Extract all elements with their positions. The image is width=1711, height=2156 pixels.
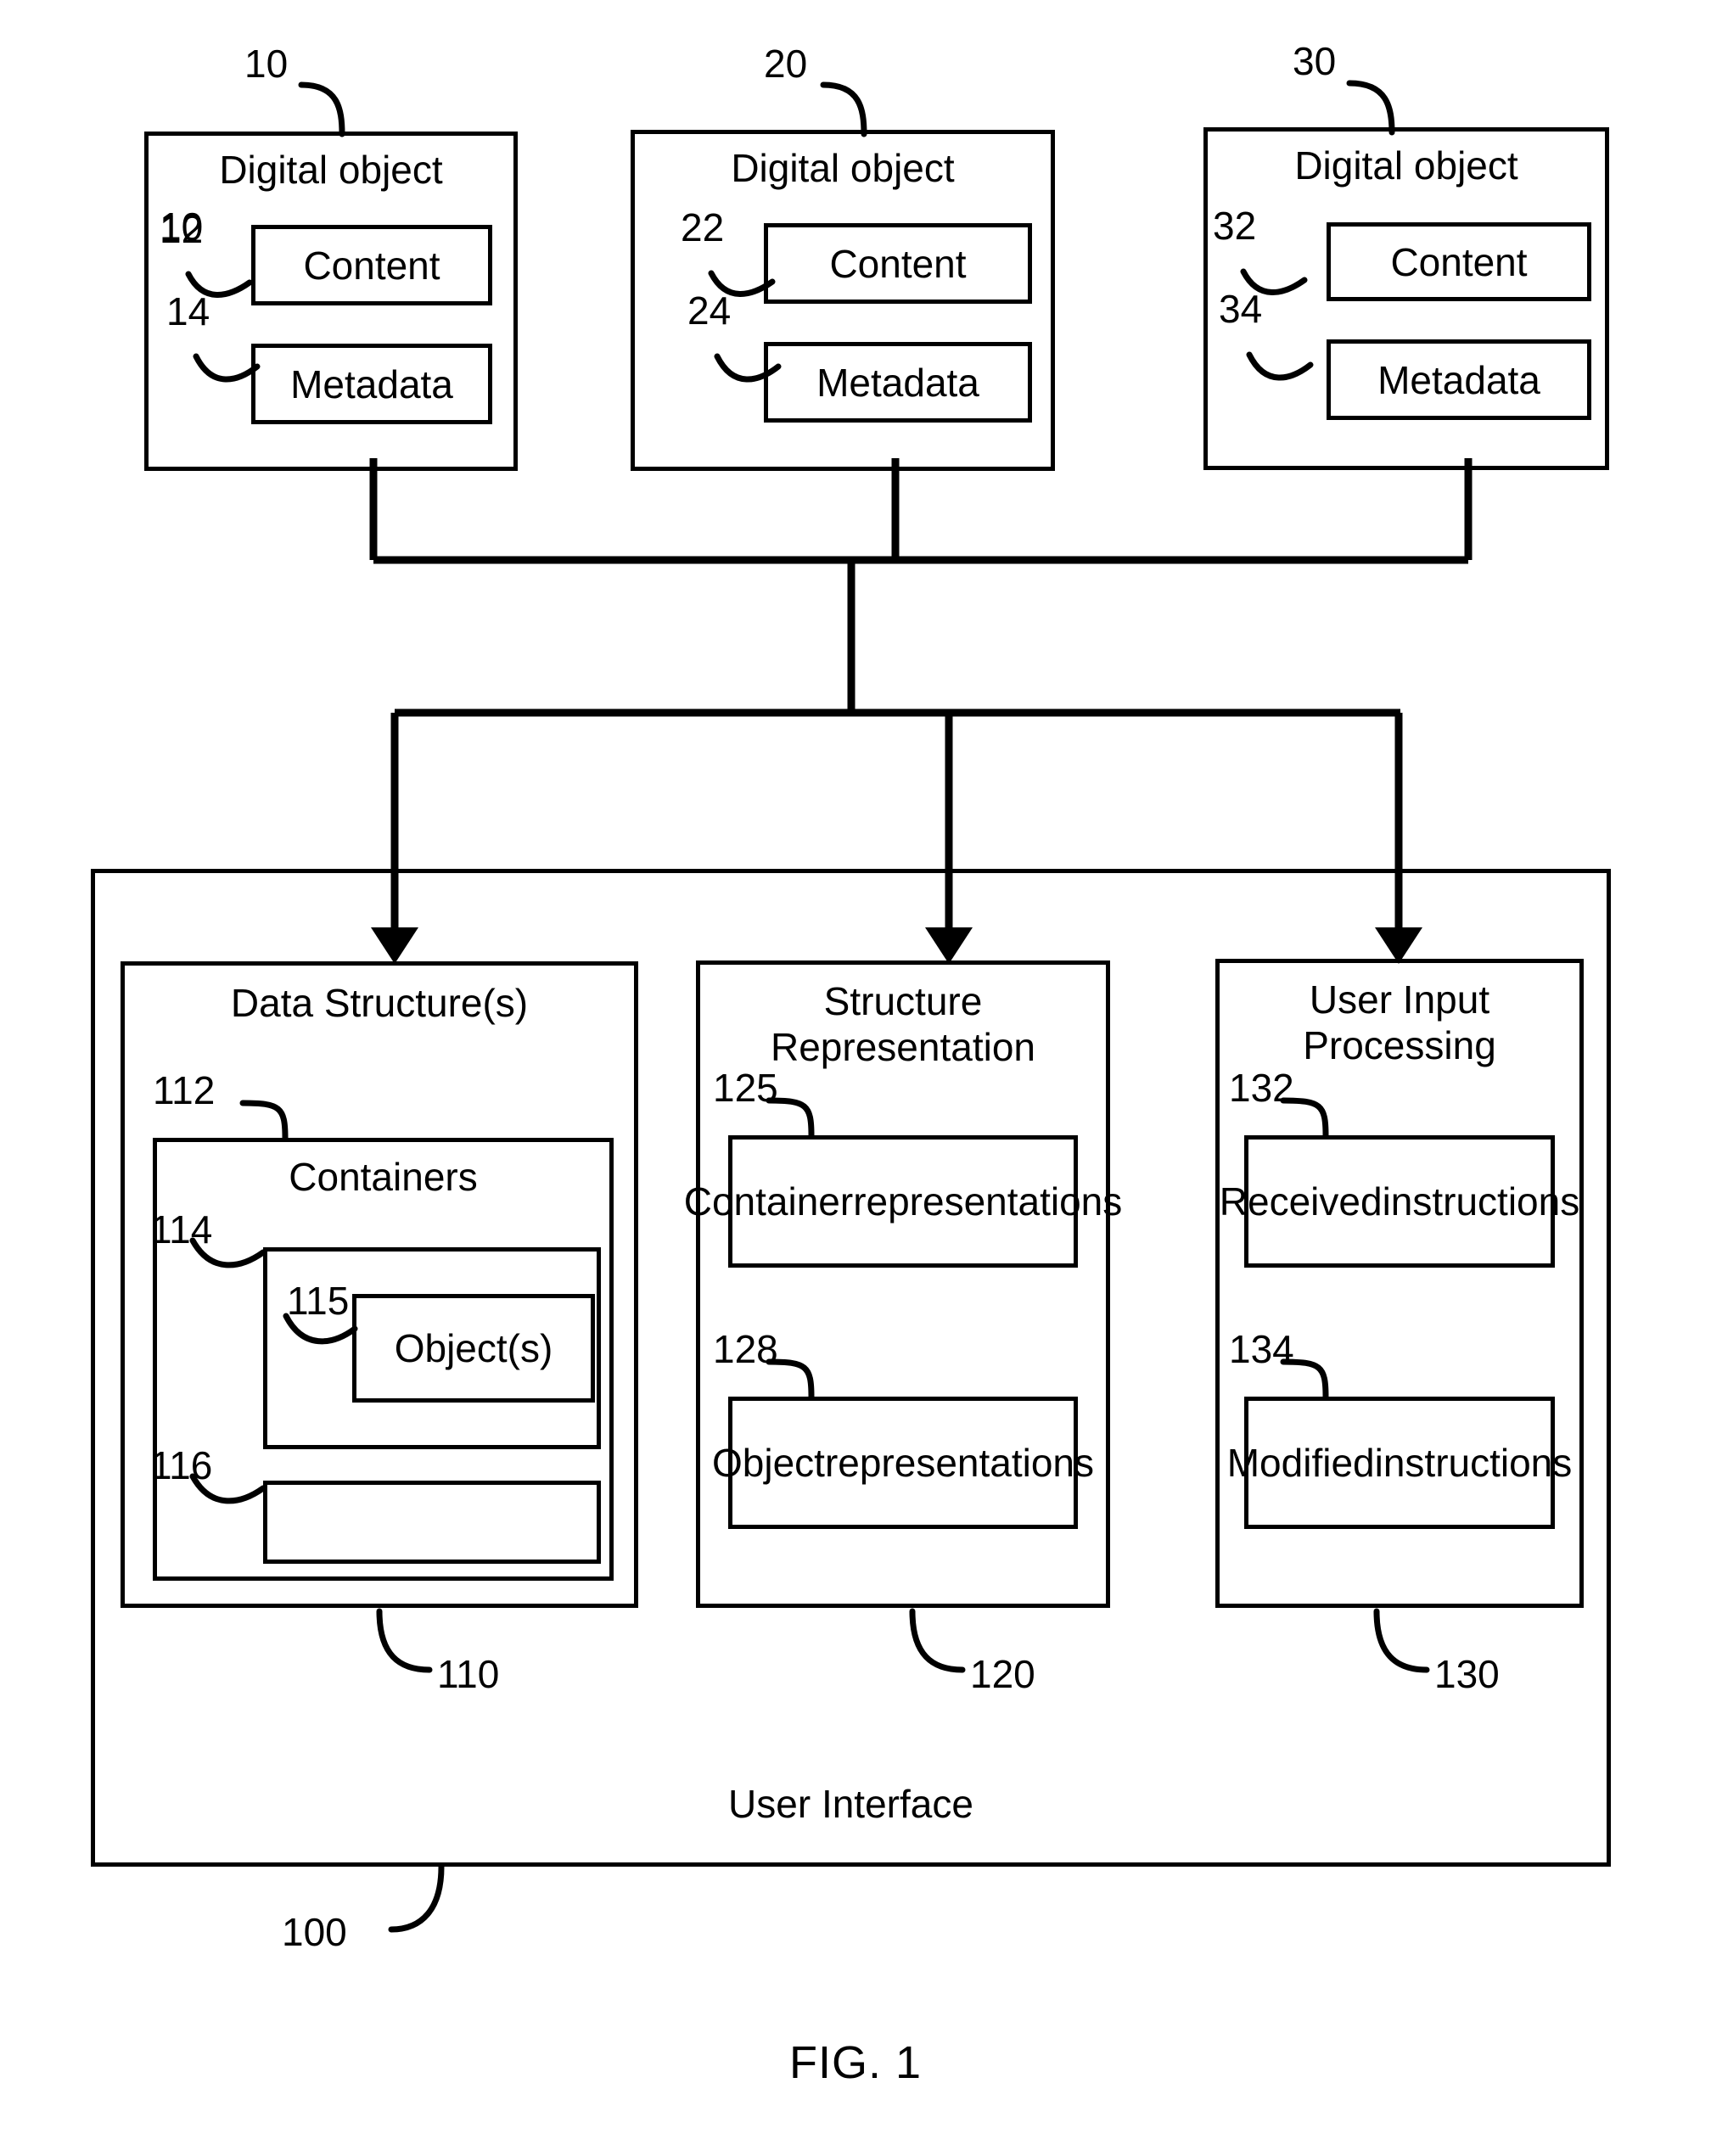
ref-100-num: 100 <box>282 1910 347 1954</box>
ref-128-num: 128 <box>713 1327 778 1371</box>
leader-100 <box>388 1863 445 1933</box>
containers-title: Containers <box>289 1155 478 1199</box>
ref-115-num: 115 <box>287 1279 350 1323</box>
panel-title-data-structures: Data Structure(s) <box>230 981 529 1025</box>
ref-34-num: 34 <box>1219 287 1263 331</box>
ref-110-num: 110 <box>437 1652 500 1696</box>
figure-caption: FIG. 1 <box>788 2037 923 2088</box>
ref-112-num: 112 <box>153 1068 216 1112</box>
content-label-12: Content <box>303 243 440 288</box>
leader-10 <box>298 81 345 137</box>
modified-instructions-label-134: Modified instructions <box>1226 1441 1573 1485</box>
ref-12-num: 12 <box>160 207 204 251</box>
ref-22-num: 22 <box>681 205 725 249</box>
ref-14-num: 14 <box>166 289 210 333</box>
ref-132-num: 132 <box>1229 1066 1294 1110</box>
ref-20-num: 20 <box>764 42 808 86</box>
metadata-label-14: Metadata <box>290 361 453 406</box>
content-label-32: Content <box>1390 239 1528 284</box>
metadata-label-24: Metadata <box>816 360 979 405</box>
ref-130-num: 130 <box>1434 1652 1500 1696</box>
ref-134-num: 134 <box>1229 1327 1294 1371</box>
leader-30 <box>1346 80 1395 136</box>
container-representations-label-125: Container representations <box>683 1179 1123 1224</box>
digital-object-title-20: Digital object <box>731 146 955 190</box>
panel-title-structure-representation: Structure Representation <box>771 979 1035 1069</box>
content-label-22: Content <box>829 241 967 286</box>
received-instructions-label-132: Received instructions <box>1219 1179 1580 1224</box>
ref-30-num: 30 <box>1293 39 1337 83</box>
container-item-box-116[interactable] <box>263 1481 601 1564</box>
object-representations-label-128: Object representations <box>711 1441 1095 1485</box>
patent-figure: Digital object 10 Content 12 Metadata 14… <box>0 0 1711 2156</box>
digital-object-title-10: Digital object <box>219 148 443 192</box>
ref-120-num: 120 <box>970 1652 1035 1696</box>
digital-object-title-30: Digital object <box>1294 143 1518 188</box>
ref-114-num: 114 <box>150 1207 213 1252</box>
objects-label-115: Object(s) <box>394 1326 553 1370</box>
leader-20 <box>820 81 867 137</box>
panel-title-user-input-processing: User Input Processing <box>1303 977 1496 1067</box>
metadata-label-34: Metadata <box>1377 357 1540 402</box>
ref-32-num: 32 <box>1213 204 1257 248</box>
ref-116-num: 116 <box>150 1443 213 1487</box>
ref-10-num: 10 <box>244 42 289 86</box>
ref-24-num: 24 <box>687 288 732 333</box>
user-interface-label: User Interface <box>728 1782 973 1826</box>
ref-125-num: 125 <box>713 1066 778 1110</box>
